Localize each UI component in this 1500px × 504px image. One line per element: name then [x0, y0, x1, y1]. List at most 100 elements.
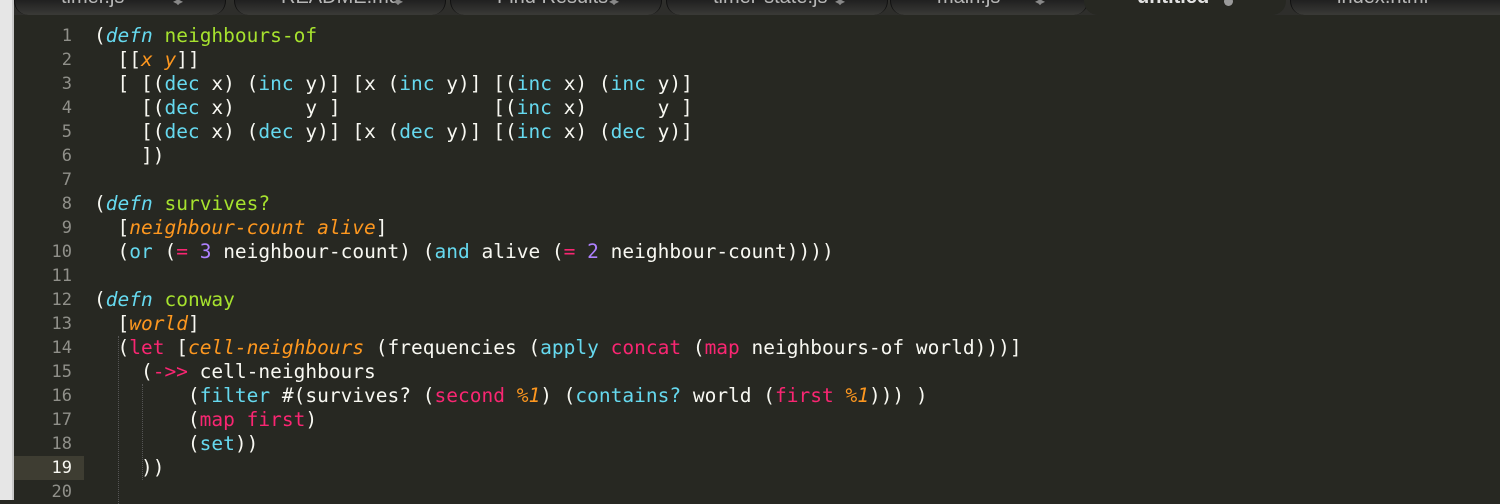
- code-line[interactable]: [94, 264, 1494, 288]
- tab-close-icon[interactable]: ◂▸: [393, 0, 403, 8]
- tab-readme-md[interactable]: README.md ◂▸: [234, 0, 446, 15]
- code-token: [: [164, 336, 188, 359]
- code-token: dec: [258, 120, 294, 143]
- tab-close-icon[interactable]: ◂▸: [609, 0, 619, 8]
- code-token: [ [(: [94, 72, 165, 95]
- code-line[interactable]: [(dec x) (dec y)] [x (dec y)] [(inc x) (…: [94, 120, 1494, 144]
- code-token: y)] [(: [434, 72, 517, 95]
- code-token: map: [704, 336, 740, 359]
- line-number: 5: [61, 122, 72, 142]
- unsaved-dot-icon[interactable]: [1224, 0, 1233, 6]
- tab-label: main.js: [937, 0, 1000, 9]
- code-token: (: [94, 192, 106, 215]
- tab-timer-js[interactable]: timer.js ◂▸: [14, 0, 226, 15]
- code-editor[interactable]: (defn neighbours-of [[x y]] [ [(dec x) (…: [94, 24, 1494, 504]
- code-token: defn: [105, 24, 153, 47]
- code-token: inc: [258, 72, 294, 95]
- line-number: 14: [51, 338, 72, 358]
- code-line[interactable]: [[x y]]: [94, 48, 1494, 72]
- code-token: set: [199, 432, 235, 455]
- code-line[interactable]: (defn conway: [94, 288, 1494, 312]
- code-token: alive (: [469, 240, 564, 263]
- code-line[interactable]: (defn survives?: [94, 192, 1494, 216]
- line-number: 4: [61, 98, 72, 118]
- code-token: or: [129, 240, 153, 263]
- tab-close-icon[interactable]: ◂▸: [835, 0, 845, 8]
- code-line[interactable]: [ [(dec x) (inc y)] [x (inc y)] [(inc x)…: [94, 72, 1494, 96]
- code-token: let: [129, 336, 165, 359]
- code-token: first: [246, 408, 306, 431]
- line-number: 12: [51, 290, 72, 310]
- line-number: 10: [51, 242, 72, 262]
- code-token: (: [94, 240, 130, 263]
- code-token: survives?: [164, 192, 271, 215]
- code-token: cell-neighbours: [187, 336, 365, 359]
- tab-main-js[interactable]: main.js ◂▸: [890, 0, 1088, 15]
- tab-close-icon[interactable]: ◂▸: [1035, 0, 1045, 8]
- code-line[interactable]: [(dec x) y ] [(inc x) y ]: [94, 96, 1494, 120]
- code-token: dec: [164, 120, 200, 143]
- code-token: inc: [610, 72, 646, 95]
- tab-find-results[interactable]: Find Results ◂▸: [450, 0, 662, 15]
- code-token: cell-neighbours: [187, 360, 376, 383]
- code-token: neighbour-count) (: [211, 240, 435, 263]
- code-line[interactable]: )): [94, 456, 1494, 480]
- line-number: 7: [61, 170, 72, 190]
- code-line[interactable]: (let [cell-neighbours (frequencies (appl…: [94, 336, 1494, 360]
- code-token: (: [94, 432, 200, 455]
- code-token: (: [681, 336, 705, 359]
- tab-close-icon[interactable]: ◂▸: [173, 0, 183, 8]
- code-token: 3: [199, 240, 212, 263]
- code-token: neighbour-count)))): [598, 240, 834, 263]
- code-token: contains?: [575, 384, 682, 407]
- code-token: ) (: [540, 384, 576, 407]
- code-token: second: [434, 384, 505, 407]
- code-token: (: [94, 384, 200, 407]
- code-token: (: [94, 360, 153, 383]
- code-line[interactable]: (filter #(survives? (second %1) (contain…: [94, 384, 1494, 408]
- code-line[interactable]: (map first): [94, 408, 1494, 432]
- code-token: 2: [587, 240, 599, 263]
- code-line[interactable]: (set)): [94, 432, 1494, 456]
- code-token: inc: [399, 72, 435, 95]
- code-line[interactable]: [world]: [94, 312, 1494, 336]
- tab-index-html[interactable]: index.html: [1290, 0, 1500, 15]
- code-token: neighbours-of: [164, 24, 318, 47]
- code-token: y)] [x (: [293, 72, 400, 95]
- code-token: y)]: [645, 120, 693, 143]
- code-token: world (: [681, 384, 776, 407]
- code-line[interactable]: (->> cell-neighbours: [94, 360, 1494, 384]
- code-token: y)] [x (: [293, 120, 400, 143]
- code-token: inc: [516, 72, 552, 95]
- code-token: apply: [540, 336, 599, 359]
- code-line[interactable]: [neighbour-count alive]: [94, 216, 1494, 240]
- tab-label: timer.js: [61, 0, 124, 9]
- code-token: x y: [140, 48, 177, 71]
- code-token: )): [94, 456, 165, 479]
- code-line[interactable]: [94, 480, 1494, 504]
- line-number: 18: [51, 434, 72, 454]
- code-line[interactable]: ]): [94, 144, 1494, 168]
- code-token: x) (: [199, 120, 259, 143]
- tab-timer-state-js[interactable]: timer-state.js ◂▸: [666, 0, 888, 15]
- code-token: x) (: [551, 72, 611, 95]
- line-number: 15: [51, 362, 72, 382]
- code-token: x) (: [551, 120, 611, 143]
- code-line[interactable]: (or (= 3 neighbour-count) (and alive (= …: [94, 240, 1494, 264]
- code-token: dec: [399, 120, 435, 143]
- code-token: dec: [164, 96, 200, 119]
- line-number: 16: [51, 386, 72, 406]
- code-token: defn: [105, 288, 153, 311]
- code-token: )): [234, 432, 259, 455]
- code-line[interactable]: [94, 168, 1494, 192]
- code-line[interactable]: (defn neighbours-of: [94, 24, 1494, 48]
- line-number: 2: [61, 50, 72, 70]
- code-token: (: [152, 240, 177, 263]
- tab-untitled[interactable]: untitled: [1084, 0, 1286, 15]
- code-token: ->>: [152, 360, 188, 383]
- code-token: map: [199, 408, 235, 431]
- code-token: ]: [187, 312, 200, 335]
- tab-label: Find Results: [497, 0, 608, 9]
